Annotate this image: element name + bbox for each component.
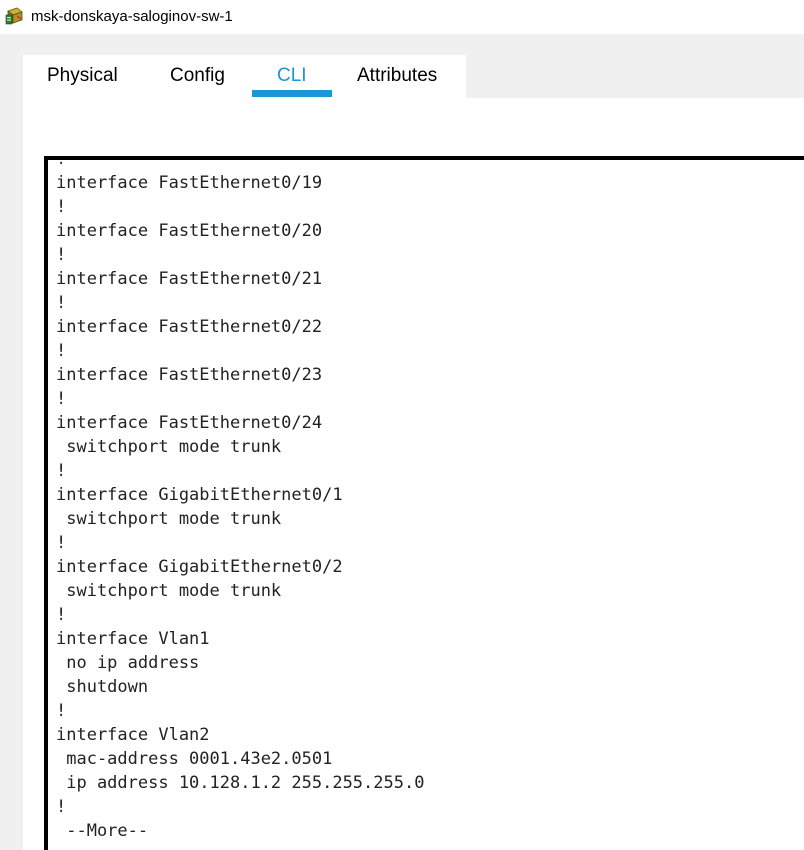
cli-line: interface Vlan2	[56, 725, 210, 745]
cli-line: interface FastEthernet0/21	[56, 269, 323, 289]
cli-line: interface FastEthernet0/24	[56, 413, 323, 433]
cli-line: interface FastEthernet0/23	[56, 365, 323, 385]
title-bar: msk-donskaya-saloginov-sw-1	[0, 0, 804, 34]
cli-line: !	[56, 701, 67, 721]
cli-console[interactable]: ! interface FastEthernet0/19! interface Fa…	[44, 156, 804, 850]
tab-physical[interactable]: Physical	[47, 65, 118, 87]
cli-line: interface FastEthernet0/22	[56, 317, 323, 337]
cli-output: ! interface FastEthernet0/19! interface Fa…	[56, 156, 425, 843]
cli-line: no ip address	[56, 653, 200, 673]
cli-line: interface Vlan1	[56, 629, 210, 649]
cli-line: !	[56, 293, 67, 313]
tab-config[interactable]: Config	[170, 65, 225, 87]
cli-line: interface FastEthernet0/20	[56, 221, 323, 241]
cli-line: shutdown	[56, 677, 149, 697]
cli-line: interface GigabitEthernet0/1	[56, 485, 343, 505]
tab-bar: Physical Config CLI Attributes	[23, 55, 466, 98]
cli-line: switchport mode trunk	[56, 437, 282, 457]
cli-line: !	[56, 797, 67, 817]
tab-bar-filler	[466, 55, 804, 98]
tab-attributes[interactable]: Attributes	[357, 65, 437, 87]
cli-line: interface GigabitEthernet0/2	[56, 557, 343, 577]
device-window: msk-donskaya-saloginov-sw-1 Physical Con…	[0, 0, 804, 850]
cli-line: switchport mode trunk	[56, 581, 282, 601]
cli-line: interface FastEthernet0/19	[56, 173, 323, 193]
cli-line: !	[56, 605, 67, 625]
cli-line: !	[56, 197, 67, 217]
active-tab-indicator	[252, 90, 332, 97]
cli-line: mac-address 0001.43e2.0501	[56, 749, 333, 769]
cli-line: switchport mode trunk	[56, 509, 282, 529]
cli-line: !	[56, 341, 67, 361]
cli-line: !	[56, 245, 67, 265]
window-title: msk-donskaya-saloginov-sw-1	[31, 8, 233, 25]
cli-line: --More--	[56, 821, 149, 841]
cli-line: !	[56, 533, 67, 553]
switch-device-icon	[5, 6, 25, 26]
cli-line: !	[56, 389, 67, 409]
cli-line: !	[56, 461, 67, 481]
cli-line: ip address 10.128.1.2 255.255.255.0	[56, 773, 425, 793]
cli-line: !	[56, 156, 67, 169]
tab-cli[interactable]: CLI	[277, 65, 307, 87]
